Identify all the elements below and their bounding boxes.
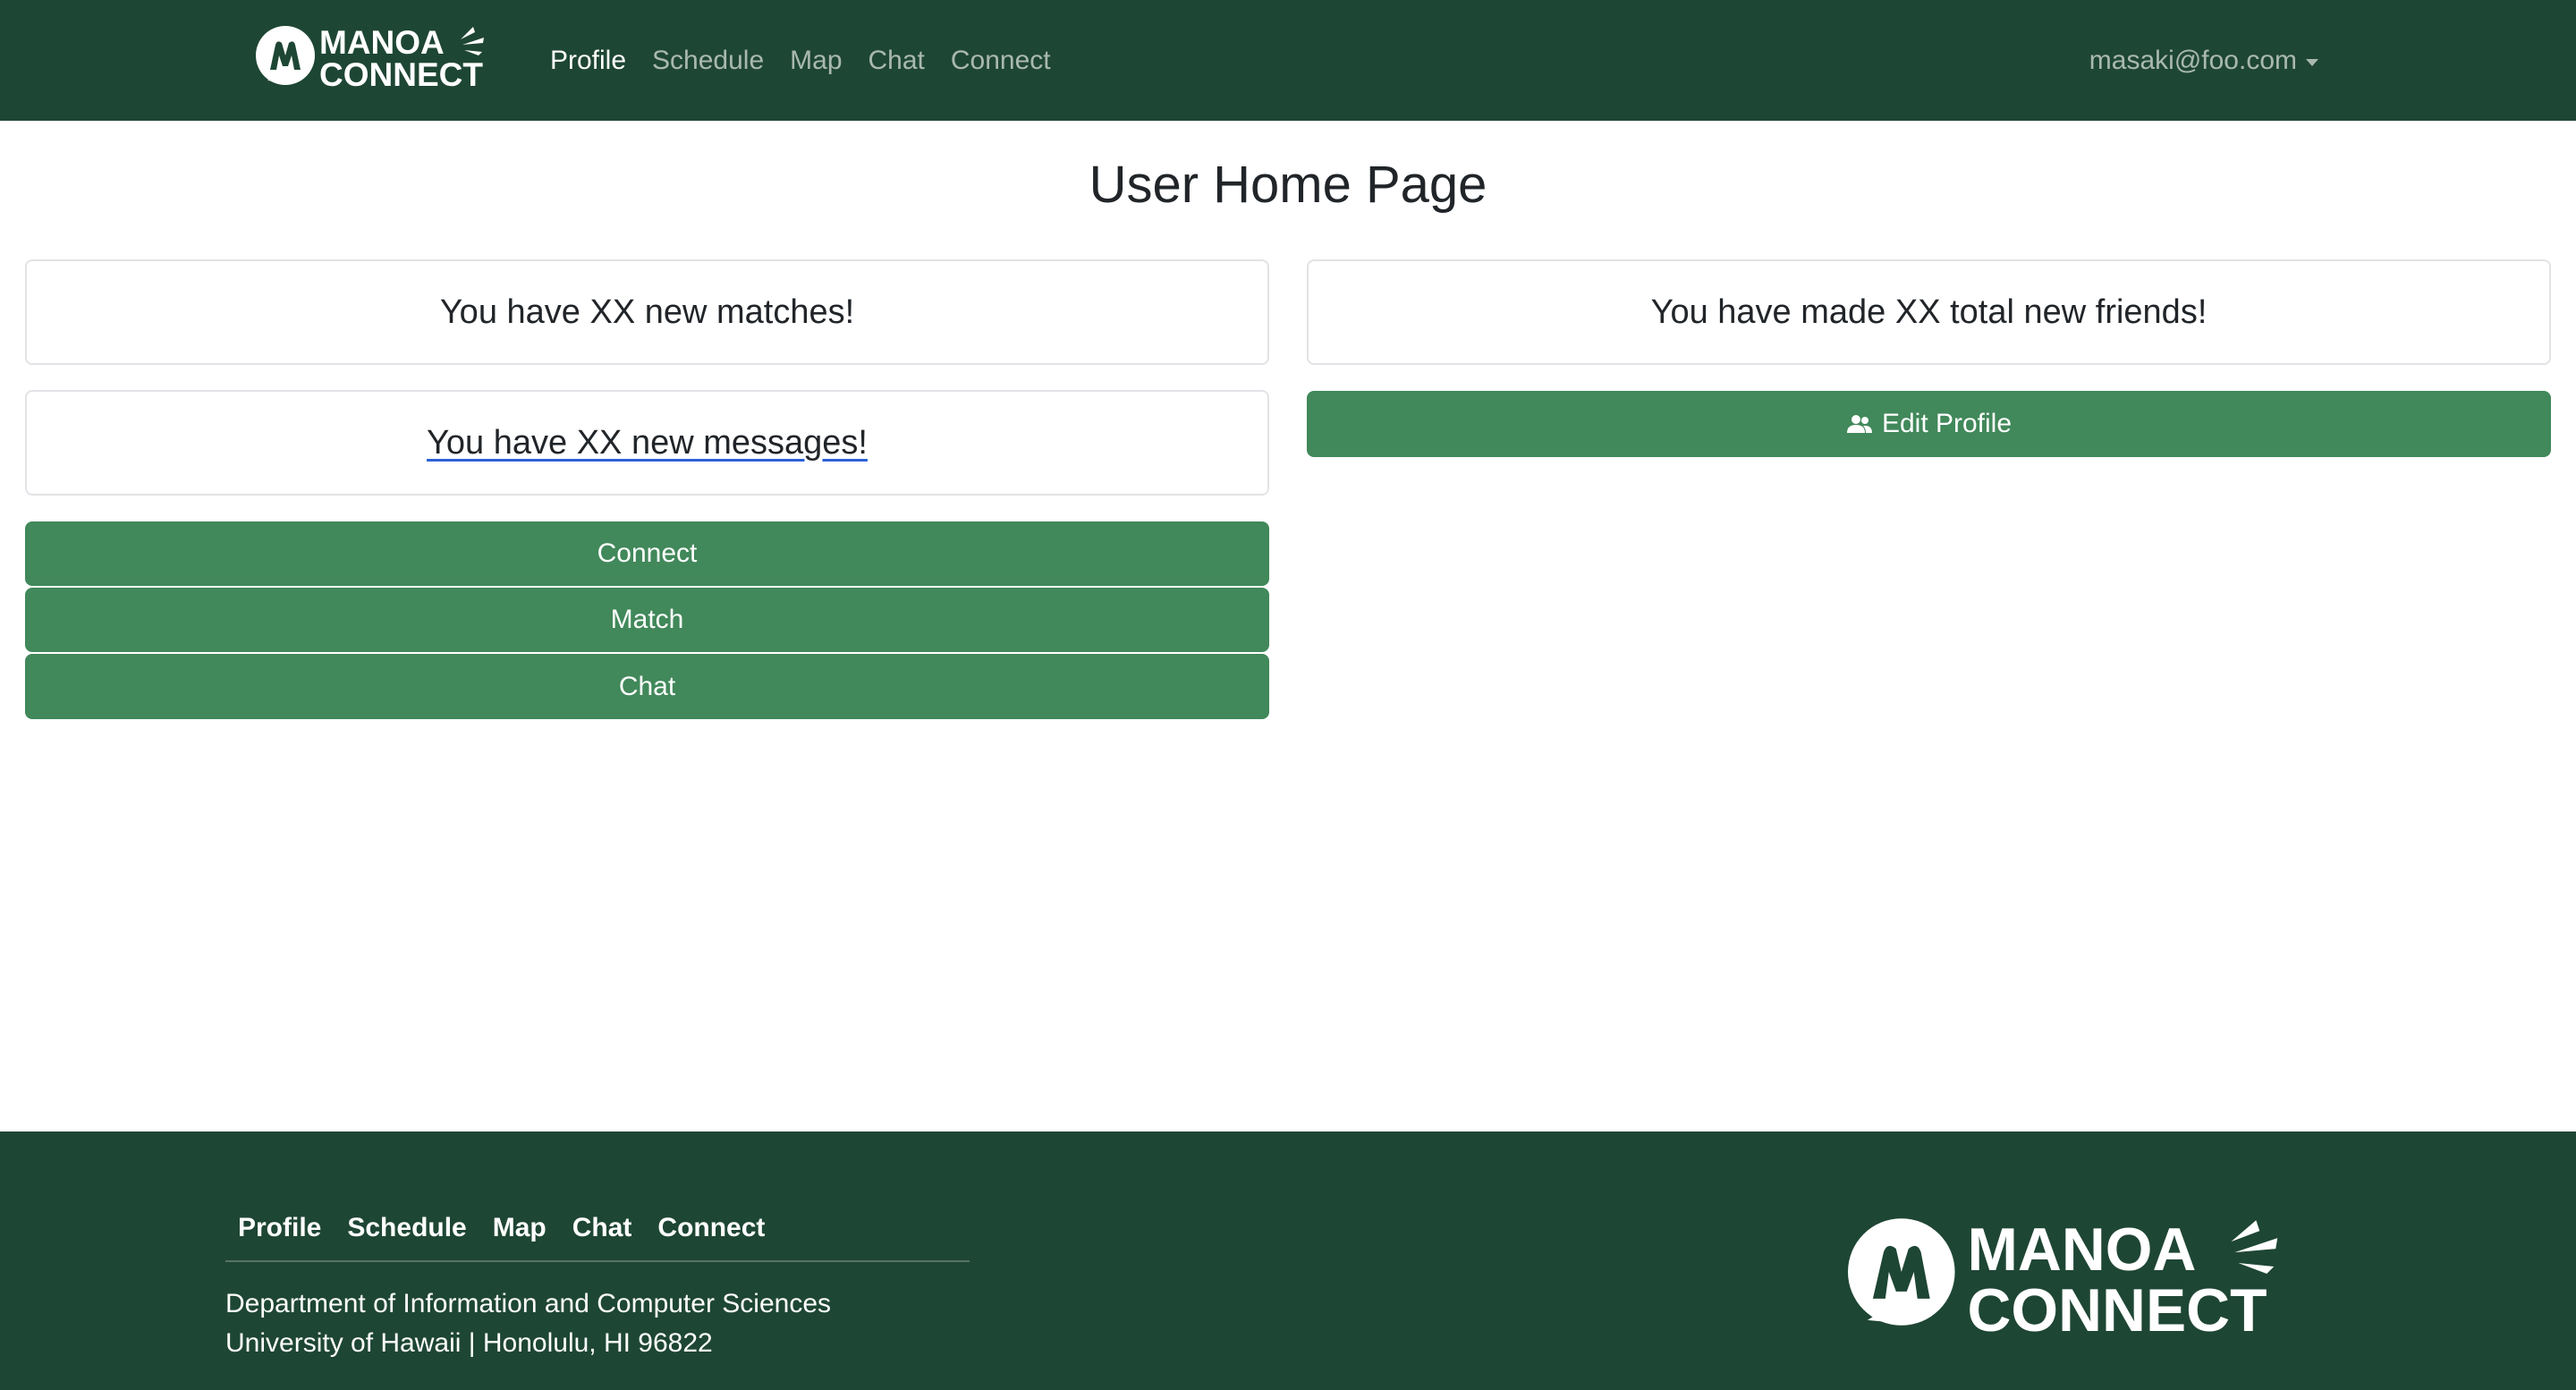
match-button-label: Match [610,605,684,634]
top-navbar: MANOA CONNECT Profile Schedule Map Chat … [0,0,2576,121]
people-icon [1846,415,1872,433]
footer-address: University of Hawaii | Honolulu, HI 9682… [225,1328,713,1358]
svg-text:CONNECT: CONNECT [319,56,483,89]
footer-link-chat[interactable]: Chat [572,1213,632,1243]
page-title: User Home Page [1089,156,1487,214]
manoa-connect-logo[interactable]: MANOA CONNECT [255,25,501,89]
friends-text: You have made XX total new friends! [1650,292,2207,331]
friends-card: You have made XX total new friends! [1307,259,2551,365]
nav-map[interactable]: Map [790,46,842,76]
connect-button-label: Connect [597,538,698,568]
messages-card: You have XX new messages! [25,390,1269,496]
chat-button-label: Chat [618,671,676,701]
footer-divider [225,1260,970,1262]
footer-link-schedule[interactable]: Schedule [347,1213,466,1243]
connect-button[interactable]: Connect [25,521,1269,586]
footer-department: Department of Information and Computer S… [225,1289,832,1318]
user-dropdown[interactable]: masaki@foo.com [2089,0,2318,121]
matches-card: You have XX new matches! [25,259,1269,365]
footer-link-profile[interactable]: Profile [238,1213,321,1243]
match-button[interactable]: Match [25,588,1269,652]
edit-profile-button[interactable]: Edit Profile [1307,391,2551,457]
main-nav: Profile Schedule Map Chat Connect [550,0,1077,121]
footer-nav: Profile Schedule Map Chat Connect [238,1213,791,1243]
svg-text:MANOA: MANOA [1968,1216,2197,1284]
nav-schedule[interactable]: Schedule [652,46,764,76]
footer-logo: MANOA CONNECT [1847,1216,2278,1335]
nav-chat[interactable]: Chat [869,46,925,76]
user-email: masaki@foo.com [2089,45,2297,75]
svg-text:MANOA: MANOA [319,25,445,61]
messages-link[interactable]: You have XX new messages! [427,424,868,462]
chevron-down-icon [2306,58,2318,66]
chat-button[interactable]: Chat [25,654,1269,719]
nav-profile[interactable]: Profile [550,46,626,76]
footer-link-map[interactable]: Map [493,1213,547,1243]
edit-profile-label: Edit Profile [1881,409,2012,438]
matches-text: You have XX new matches! [439,292,855,331]
footer-link-connect[interactable]: Connect [657,1213,765,1243]
nav-connect[interactable]: Connect [951,46,1051,76]
svg-text:CONNECT: CONNECT [1968,1277,2267,1335]
